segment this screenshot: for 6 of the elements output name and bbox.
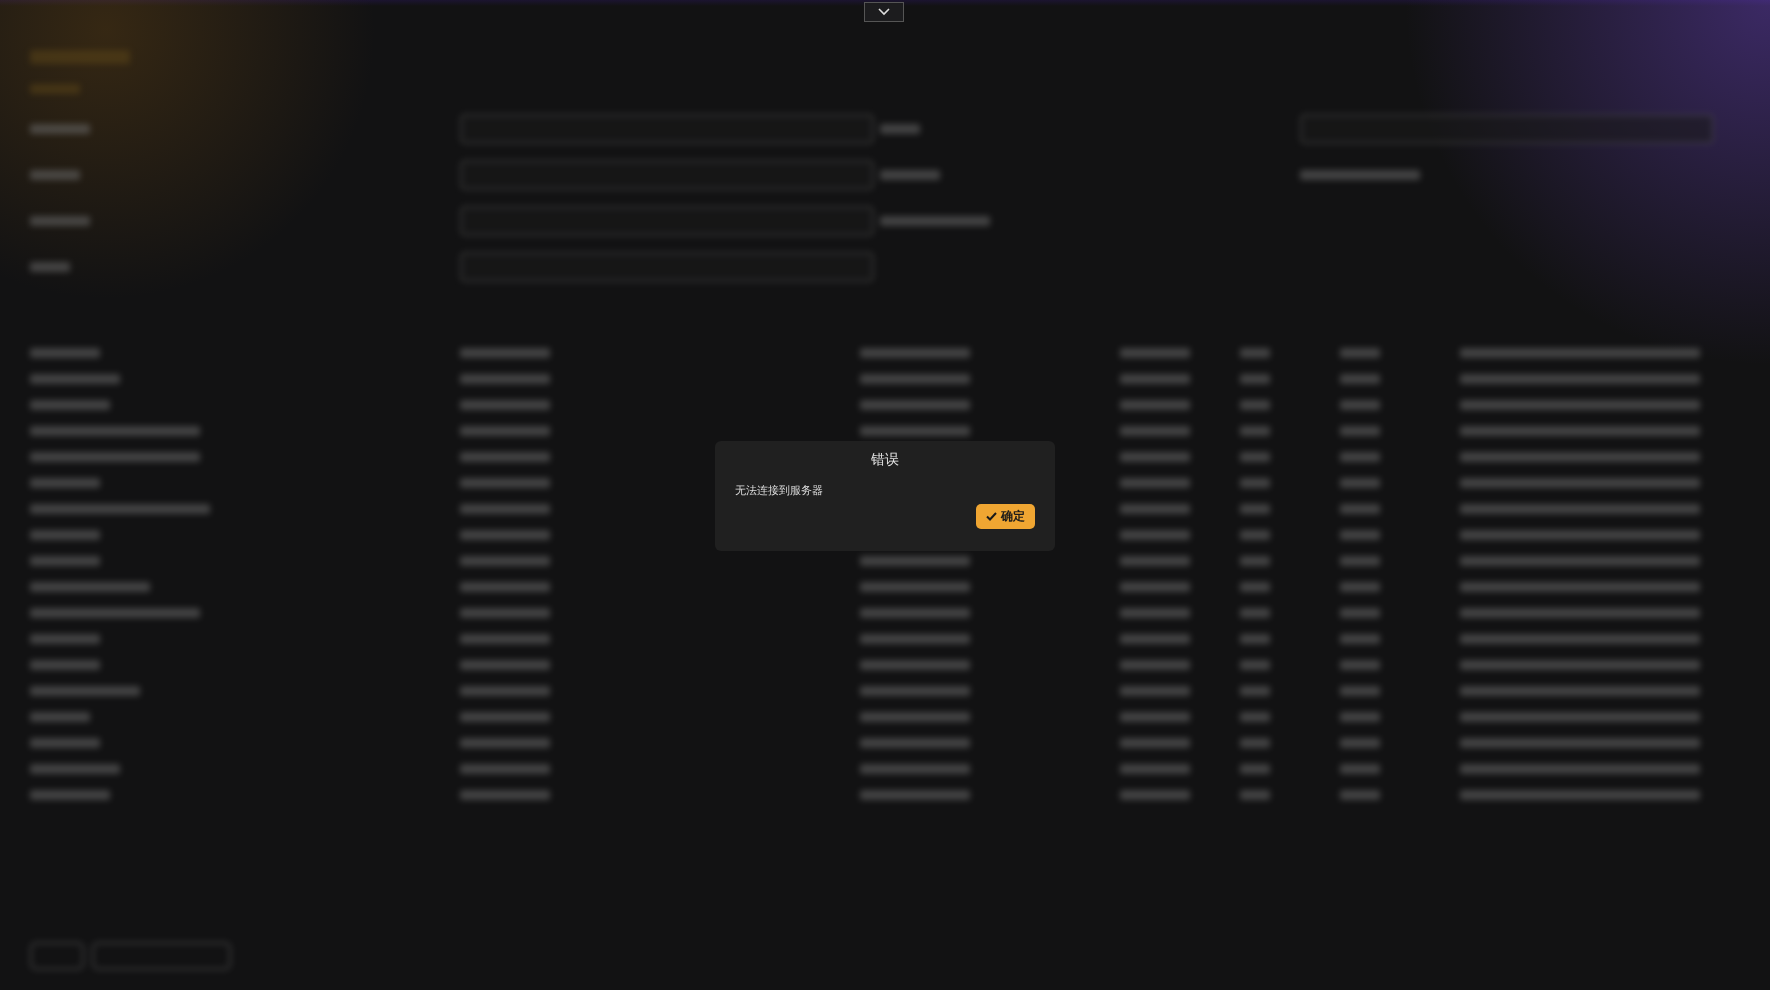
dialog-title: 错误 — [871, 451, 899, 469]
check-icon — [986, 512, 997, 521]
confirm-button[interactable]: 确定 — [976, 504, 1035, 529]
collapse-button[interactable] — [864, 2, 904, 22]
error-message: 无法连接到服务器 — [735, 483, 823, 498]
chevron-down-icon — [878, 8, 890, 16]
